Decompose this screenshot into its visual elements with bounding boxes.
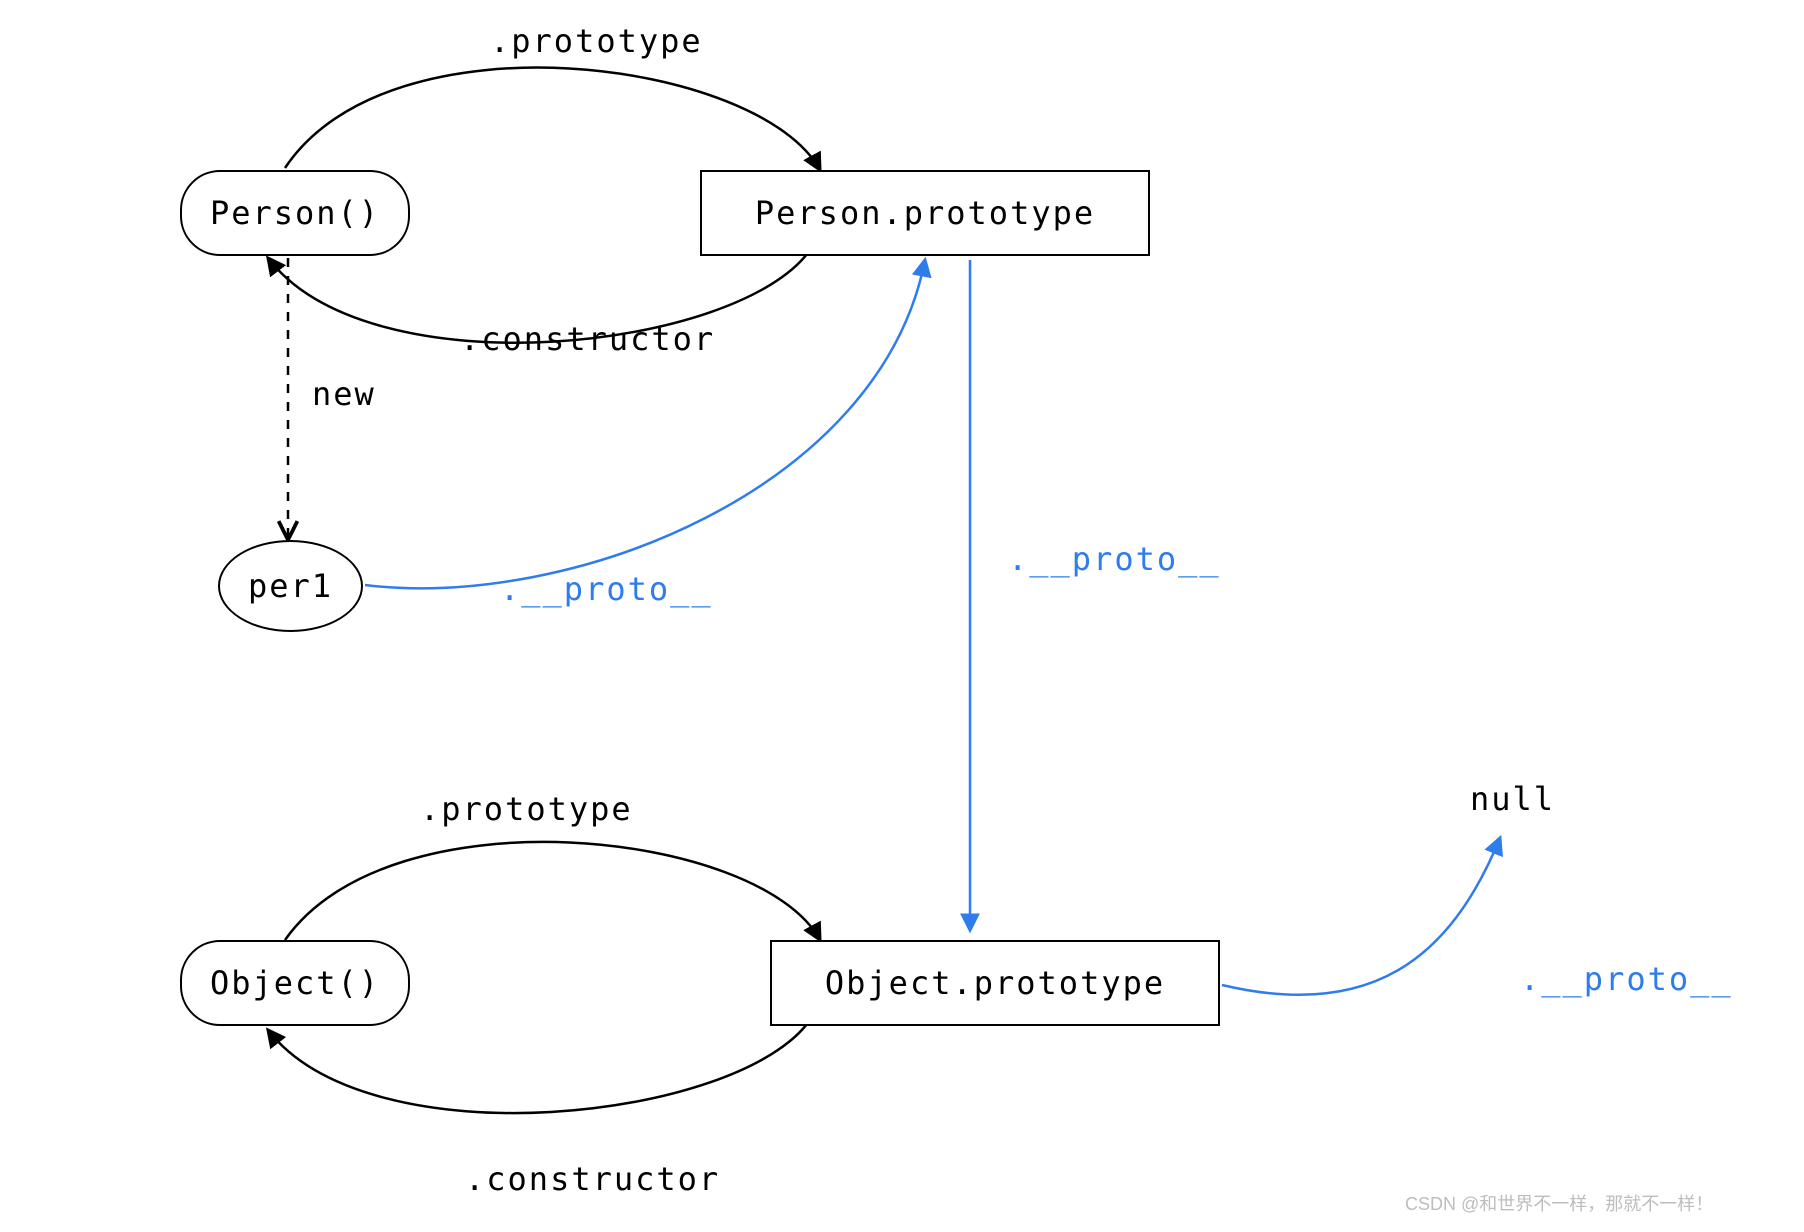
node-object-fn: Object(): [180, 940, 410, 1026]
label-prototype-2: .prototype: [420, 790, 633, 828]
edge-object-prototype: [285, 842, 820, 940]
node-per1: per1: [218, 540, 363, 632]
node-label: Person.prototype: [755, 194, 1095, 232]
edge-object-constructor: [268, 1020, 810, 1113]
label-constructor-1: .constructor: [460, 320, 715, 358]
label-prototype-1: .prototype: [490, 22, 703, 60]
label-constructor-2: .constructor: [465, 1160, 720, 1198]
node-null: null: [1470, 780, 1555, 818]
label-new: new: [312, 375, 376, 413]
node-label: null: [1470, 780, 1555, 818]
edge-person-prototype: [285, 68, 820, 170]
edge-objectproto-null: [1222, 838, 1500, 995]
node-object-prototype: Object.prototype: [770, 940, 1220, 1026]
node-label: Person(): [210, 194, 380, 232]
label-proto-1: .__proto__: [500, 570, 713, 608]
label-proto-3: .__proto__: [1520, 960, 1733, 998]
node-label: Object(): [210, 964, 380, 1002]
node-label: Object.prototype: [825, 964, 1165, 1002]
label-proto-2: .__proto__: [1008, 540, 1221, 578]
watermark: CSDN @和世界不一样，那就不一样！: [1405, 1190, 1713, 1216]
node-person-fn: Person(): [180, 170, 410, 256]
edge-per1-proto: [365, 260, 925, 588]
node-label: per1: [248, 567, 333, 605]
node-person-prototype: Person.prototype: [700, 170, 1150, 256]
